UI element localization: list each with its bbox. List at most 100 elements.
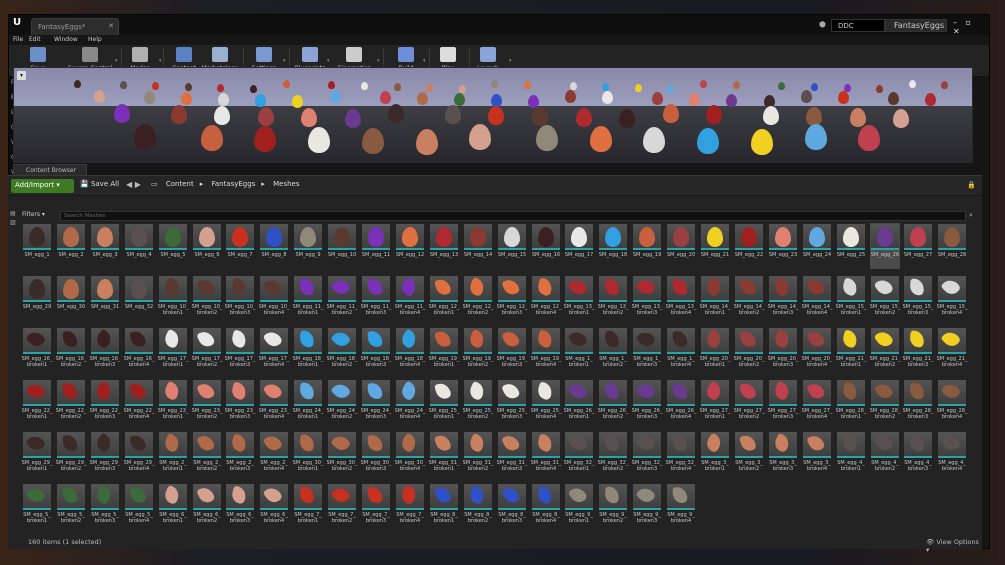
asset-tile[interactable]: SM_egg_22 <box>734 223 764 269</box>
asset-tile[interactable]: SM_egg_11 <box>361 223 391 269</box>
asset-tile[interactable]: SM_egg_17 <box>564 223 594 269</box>
menu-edit[interactable]: Edit <box>29 36 41 43</box>
menu-help[interactable]: Help <box>88 36 102 43</box>
asset-tile[interactable]: SM_egg_7_ broken2 <box>327 483 357 529</box>
asset-tile[interactable]: SM_egg_14_ broken1 <box>700 275 730 321</box>
asset-tile[interactable]: SM_egg_10_ broken1 <box>158 275 188 321</box>
asset-tile[interactable]: SM_egg_1 <box>22 223 52 269</box>
asset-tile[interactable]: SM_egg_30_ broken4 <box>395 431 425 477</box>
ddc-indicator[interactable]: DDC <box>831 19 885 32</box>
asset-tile[interactable]: SM_egg_24_ broken3 <box>361 379 391 425</box>
asset-tile[interactable]: SM_egg_28_ broken4 <box>937 379 967 425</box>
asset-tile[interactable]: SM_egg_24_ broken1 <box>293 379 323 425</box>
asset-tile[interactable]: SM_egg_1_ broken3 <box>632 327 662 373</box>
asset-tile[interactable]: SM_egg_11_ broken2 <box>327 275 357 321</box>
asset-tile[interactable]: SM_egg_31 <box>90 275 120 321</box>
asset-tile[interactable]: SM_egg_21_ broken2 <box>870 327 900 373</box>
asset-tile[interactable]: SM_egg_19_ broken4 <box>531 327 561 373</box>
asset-tile[interactable]: SM_egg_31_ broken2 <box>463 431 493 477</box>
asset-tile[interactable]: SM_egg_32 <box>124 275 154 321</box>
asset-tile[interactable]: SM_egg_16_ broken4 <box>124 327 154 373</box>
dropdown-arrow-icon[interactable]: ▾ <box>423 58 426 64</box>
asset-tile[interactable]: SM_egg_12_ broken1 <box>429 275 459 321</box>
asset-tile[interactable]: SM_egg_17_ broken1 <box>158 327 188 373</box>
asset-tile[interactable]: SM_egg_2_ broken4 <box>259 431 289 477</box>
asset-tile[interactable]: SM_egg_13_ broken2 <box>598 275 628 321</box>
asset-tile[interactable]: SM_egg_1_ broken1 <box>564 327 594 373</box>
asset-tile[interactable]: SM_egg_13_ broken1 <box>564 275 594 321</box>
asset-tile[interactable]: SM_egg_24_ broken4 <box>395 379 425 425</box>
asset-tile[interactable]: SM_egg_29_ broken4 <box>124 431 154 477</box>
asset-tile[interactable]: SM_egg_8_ broken3 <box>497 483 527 529</box>
asset-tile[interactable]: SM_egg_10 <box>327 223 357 269</box>
collections-icon[interactable]: ▥ <box>10 219 20 228</box>
sources-icon[interactable]: ▤ <box>10 210 20 219</box>
asset-tile[interactable]: SM_egg_2_ broken1 <box>158 431 188 477</box>
asset-tile[interactable]: SM_egg_18_ broken3 <box>361 327 391 373</box>
asset-tile[interactable]: SM_egg_30 <box>56 275 86 321</box>
asset-tile[interactable]: SM_egg_32_ broken2 <box>598 431 628 477</box>
asset-tile[interactable]: SM_egg_13_ broken3 <box>632 275 662 321</box>
connection-icon[interactable]: ⬢ <box>819 20 826 29</box>
asset-tile[interactable]: SM_egg_27_ broken2 <box>734 379 764 425</box>
asset-tile[interactable]: SM_egg_14_ broken2 <box>734 275 764 321</box>
asset-tile[interactable]: SM_egg_30_ broken2 <box>327 431 357 477</box>
asset-tile[interactable]: SM_egg_15 <box>497 223 527 269</box>
asset-tile[interactable]: SM_egg_19 <box>632 223 662 269</box>
asset-tile[interactable]: SM_egg_22_ broken4 <box>124 379 154 425</box>
asset-tile[interactable]: SM_egg_20_ broken2 <box>734 327 764 373</box>
level-viewport[interactable]: ▾ <box>13 67 973 163</box>
level-tab[interactable]: FantasyEggs* ✕ <box>31 18 119 35</box>
asset-tile[interactable]: SM_egg_9 <box>293 223 323 269</box>
asset-tile[interactable]: SM_egg_5_ broken2 <box>56 483 86 529</box>
asset-tile[interactable]: SM_egg_3 <box>90 223 120 269</box>
asset-tile[interactable]: SM_egg_31_ broken1 <box>429 431 459 477</box>
asset-tile[interactable]: SM_egg_27_ broken4 <box>802 379 832 425</box>
asset-tile[interactable]: SM_egg_28 <box>937 223 967 269</box>
asset-tile[interactable]: SM_egg_26_ broken4 <box>666 379 696 425</box>
asset-tile[interactable]: SM_egg_7 <box>225 223 255 269</box>
save-all-button[interactable]: 💾 Save All <box>80 180 119 188</box>
asset-tile[interactable]: SM_egg_29_ broken3 <box>90 431 120 477</box>
asset-tile[interactable]: SM_egg_11_ broken3 <box>361 275 391 321</box>
breadcrumb-fantasyeggs[interactable]: FantasyEggs <box>211 180 255 188</box>
asset-tile[interactable]: SM_egg_2 <box>56 223 86 269</box>
dropdown-arrow-icon[interactable]: ▾ <box>327 58 330 64</box>
window-controls[interactable]: – ▫ ✕ <box>953 18 989 36</box>
menu-file[interactable]: File <box>13 36 23 43</box>
asset-tile[interactable]: SM_egg_11_ broken1 <box>293 275 323 321</box>
asset-tile[interactable]: SM_egg_17_ broken3 <box>225 327 255 373</box>
asset-tile[interactable]: SM_egg_23 <box>768 223 798 269</box>
asset-tile[interactable]: SM_egg_15_ broken4 <box>937 275 967 321</box>
asset-tile[interactable]: SM_egg_9_ broken3 <box>632 483 662 529</box>
asset-tile[interactable]: SM_egg_4_ broken3 <box>903 431 933 477</box>
asset-tile[interactable]: SM_egg_31_ broken4 <box>531 431 561 477</box>
asset-tile[interactable]: SM_egg_17_ broken4 <box>259 327 289 373</box>
asset-tile[interactable]: SM_egg_20 <box>666 223 696 269</box>
asset-tile[interactable]: SM_egg_23_ broken3 <box>225 379 255 425</box>
asset-tile[interactable]: SM_egg_26_ broken2 <box>598 379 628 425</box>
asset-tile[interactable]: SM_egg_5 <box>158 223 188 269</box>
asset-tile[interactable]: SM_egg_21_ broken4 <box>937 327 967 373</box>
asset-tile[interactable]: SM_egg_4_ broken2 <box>870 431 900 477</box>
asset-tile[interactable]: SM_egg_6_ broken1 <box>158 483 188 529</box>
asset-tile[interactable]: SM_egg_28_ broken3 <box>903 379 933 425</box>
asset-tile[interactable]: SM_egg_27 <box>903 223 933 269</box>
menu-window[interactable]: Window <box>54 36 78 43</box>
asset-tile[interactable]: SM_egg_18 <box>598 223 628 269</box>
asset-tile[interactable]: SM_egg_6_ broken4 <box>259 483 289 529</box>
asset-tile[interactable]: SM_egg_25_ broken3 <box>497 379 527 425</box>
close-tab-icon[interactable]: ✕ <box>108 22 114 30</box>
lock-icon[interactable]: 🔒 <box>967 181 976 189</box>
asset-tile[interactable]: SM_egg_16_ broken2 <box>56 327 86 373</box>
asset-tile[interactable]: SM_egg_15_ broken3 <box>903 275 933 321</box>
asset-tile[interactable]: SM_egg_9_ broken4 <box>666 483 696 529</box>
asset-tile[interactable]: SM_egg_8_ broken1 <box>429 483 459 529</box>
asset-tile[interactable]: SM_egg_20_ broken1 <box>700 327 730 373</box>
asset-tile[interactable]: SM_egg_19_ broken1 <box>429 327 459 373</box>
dropdown-arrow-icon[interactable]: ▾ <box>115 58 118 64</box>
asset-tile[interactable]: SM_egg_9_ broken2 <box>598 483 628 529</box>
asset-tile[interactable]: SM_egg_10_ broken4 <box>259 275 289 321</box>
asset-tile[interactable]: SM_egg_23_ broken2 <box>192 379 222 425</box>
asset-tile[interactable]: SM_egg_32_ broken3 <box>632 431 662 477</box>
